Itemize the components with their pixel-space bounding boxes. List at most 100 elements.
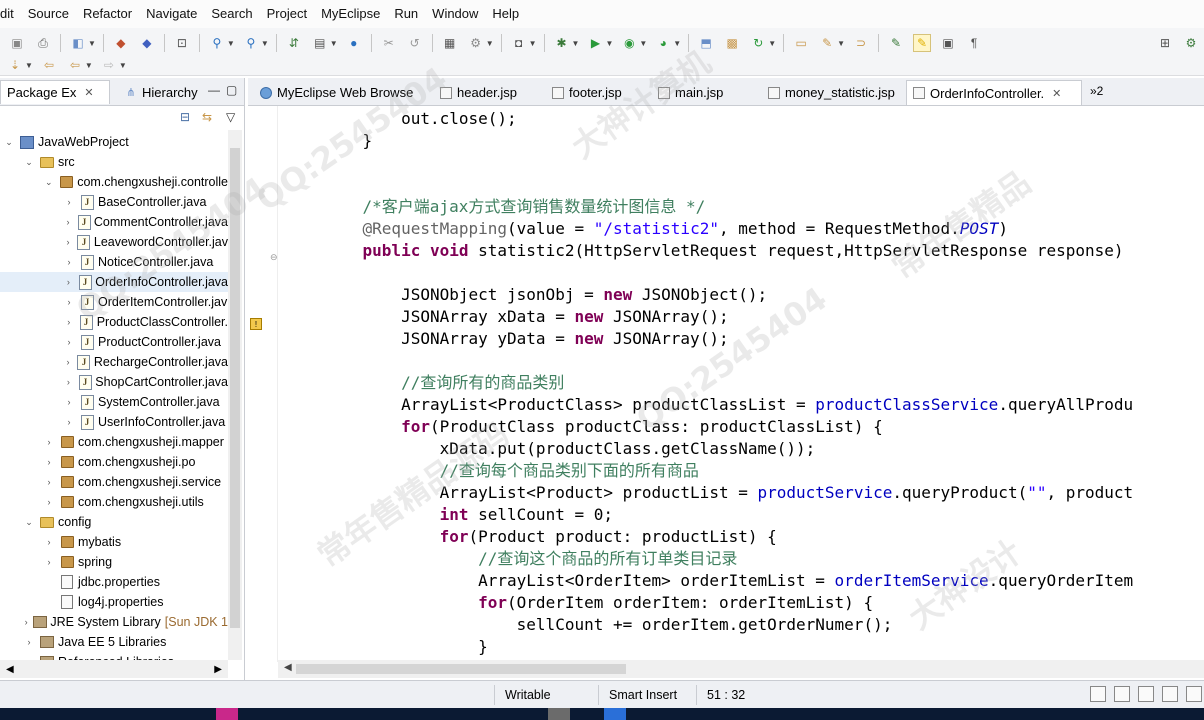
tree-item[interactable]: › com.chengxusheji.mapper (0, 432, 228, 452)
new-package-icon[interactable]: ▩ (723, 34, 741, 52)
globe-icon[interactable]: ● (345, 34, 363, 52)
chevron-down-icon[interactable]: ▼ (25, 61, 33, 70)
chevron-down-icon[interactable]: ⌄ (2, 137, 16, 148)
editor-tab[interactable]: main.jsp (652, 80, 758, 105)
block-selection-icon[interactable]: ▣ (939, 34, 957, 52)
tree-item[interactable]: › spring (0, 552, 228, 572)
menu-item-help[interactable]: Help (485, 0, 526, 28)
tree-item[interactable]: › J LeavewordController.jav (0, 232, 228, 252)
chevron-right-icon[interactable]: › (42, 557, 56, 567)
chevron-down-icon[interactable]: ▼ (605, 39, 613, 48)
tree-item[interactable]: › com.chengxusheji.po (0, 452, 228, 472)
editor-tab[interactable]: footer.jsp (546, 80, 648, 105)
chevron-right-icon[interactable]: › (62, 417, 76, 427)
chevron-down-icon[interactable]: ▼ (837, 39, 845, 48)
chevron-down-icon[interactable]: ▼ (85, 61, 93, 70)
new-class-icon[interactable]: ▦ (441, 34, 459, 52)
fast-view-icon[interactable] (1090, 686, 1106, 702)
view-menu-icon[interactable]: ▽ (226, 110, 235, 124)
tree-item[interactable]: ⌄ src (0, 152, 228, 172)
console-icon[interactable] (1138, 686, 1154, 702)
taskbar-app-icon[interactable] (604, 708, 626, 720)
server-icon[interactable]: ▤ (311, 34, 329, 52)
refresh-icon[interactable]: ↻ (749, 34, 767, 52)
tree-item[interactable]: › J OrderItemController.jav (0, 292, 228, 312)
menu-item-source[interactable]: Source (21, 0, 76, 28)
external-tools-icon[interactable]: ◕ (654, 34, 672, 52)
cut-icon[interactable]: ✂ (380, 34, 398, 52)
tree-item[interactable]: › J ProductController.java (0, 332, 228, 352)
chevron-down-icon[interactable]: ▼ (119, 61, 127, 70)
chevron-right-icon[interactable]: › (62, 237, 74, 247)
chevron-right-icon[interactable]: › (62, 257, 76, 267)
chevron-down-icon[interactable]: ▼ (673, 39, 681, 48)
code-area[interactable]: out.close(); } /*客户端ajax方式查询销售数量统计图信息 */… (324, 108, 1134, 658)
chevron-right-icon[interactable]: › (62, 357, 74, 367)
chevron-right-icon[interactable]: › (42, 477, 56, 487)
menu-item-search[interactable]: Search (204, 0, 259, 28)
chevron-right-icon[interactable]: › (62, 317, 75, 327)
new-wizard-icon[interactable]: ◧ (69, 34, 87, 52)
chevron-right-icon[interactable]: › (42, 497, 56, 507)
scroll-left-icon[interactable]: ◀ (284, 662, 292, 673)
tree-item[interactable]: › J BaseController.java (0, 192, 228, 212)
scroll-left-icon[interactable]: ◀ (6, 664, 14, 675)
tree-item[interactable]: › J CommentController.java (0, 212, 228, 232)
chevron-right-icon[interactable]: › (62, 397, 76, 407)
chevron-right-icon[interactable]: › (62, 377, 75, 387)
tab-package-explorer[interactable]: Package Ex ✕ (0, 80, 110, 104)
chevron-down-icon[interactable]: ⌄ (42, 177, 56, 188)
print-icon[interactable]: ⎙ (34, 34, 52, 52)
menu-item-run[interactable]: Run (387, 0, 425, 28)
chevron-right-icon[interactable]: › (22, 617, 30, 627)
taskbar-app-icon[interactable] (548, 708, 570, 720)
tree-item[interactable]: ›Referenced Libraries (0, 652, 228, 660)
tree-item[interactable]: › J UserInfoController.java (0, 412, 228, 432)
undo-history-icon[interactable]: ↺ (406, 34, 424, 52)
annotation-icon[interactable]: ✎ (887, 34, 905, 52)
scrollbar-thumb[interactable] (296, 664, 626, 674)
tree-item[interactable]: › J OrderInfoController.java (0, 272, 228, 292)
tree-item[interactable]: › J NoticeController.java (0, 252, 228, 272)
chevron-right-icon[interactable]: › (42, 457, 56, 467)
tree-vertical-scrollbar[interactable] (228, 130, 242, 660)
highlight-icon[interactable]: ✎ (913, 34, 932, 52)
menu-item-navigate[interactable]: Navigate (139, 0, 204, 28)
chevron-right-icon[interactable]: › (42, 537, 56, 547)
chevron-down-icon[interactable]: ▼ (330, 39, 338, 48)
gear-icon[interactable]: ⚙ (467, 34, 485, 52)
minimize-icon[interactable]: — (208, 83, 220, 97)
open-type-icon[interactable]: ◆ (112, 34, 130, 52)
problems-icon[interactable] (1162, 686, 1178, 702)
editor-tab[interactable]: header.jsp (434, 80, 542, 105)
last-edit-icon[interactable]: ⇦ (40, 56, 58, 74)
tree-item[interactable]: › Java EE 5 Libraries (0, 632, 228, 652)
link-icon[interactable]: ⊃ (852, 34, 870, 52)
debug-icon[interactable]: ✱ (553, 34, 571, 52)
tree-item[interactable]: › J ShopCartController.java (0, 372, 228, 392)
editor-horizontal-scrollbar[interactable]: ◀ (278, 660, 1204, 678)
fold-marker-icon[interactable]: ⊖ (270, 252, 278, 263)
chevron-down-icon[interactable]: ▼ (768, 39, 776, 48)
tree-item[interactable]: › mybatis (0, 532, 228, 552)
scroll-right-icon[interactable]: ▶ (214, 664, 222, 675)
forward-icon[interactable]: ⇨ (100, 56, 118, 74)
tree-item[interactable]: › J SystemController.java (0, 392, 228, 412)
chevron-right-icon[interactable]: › (42, 437, 56, 447)
tree-item[interactable]: ⌄ JavaWebProject (0, 132, 228, 152)
new-icon[interactable]: ▣ (8, 34, 26, 52)
tree-horizontal-scrollbar[interactable]: ◀ ▶ (0, 660, 228, 678)
tasks-icon[interactable] (1114, 686, 1130, 702)
tree-item[interactable]: › com.chengxusheji.service (0, 472, 228, 492)
chevron-right-icon[interactable]: › (22, 637, 36, 647)
tree-item[interactable]: ⌄ com.chengxusheji.controlle (0, 172, 228, 192)
chevron-down-icon[interactable]: ▼ (88, 39, 96, 48)
menu-item-window[interactable]: Window (425, 0, 485, 28)
tree-item[interactable]: › JRE System Library [Sun JDK 1 (0, 612, 228, 632)
chevron-down-icon[interactable]: ⌄ (22, 157, 36, 168)
chevron-down-icon[interactable]: ▼ (486, 39, 494, 48)
tree-item[interactable]: log4j.properties (0, 592, 228, 612)
chevron-down-icon[interactable]: ▼ (261, 39, 269, 48)
editor-tab[interactable]: OrderInfoController. ✕ (906, 80, 1082, 105)
perspective-icon[interactable]: ⚙ (1182, 34, 1200, 52)
